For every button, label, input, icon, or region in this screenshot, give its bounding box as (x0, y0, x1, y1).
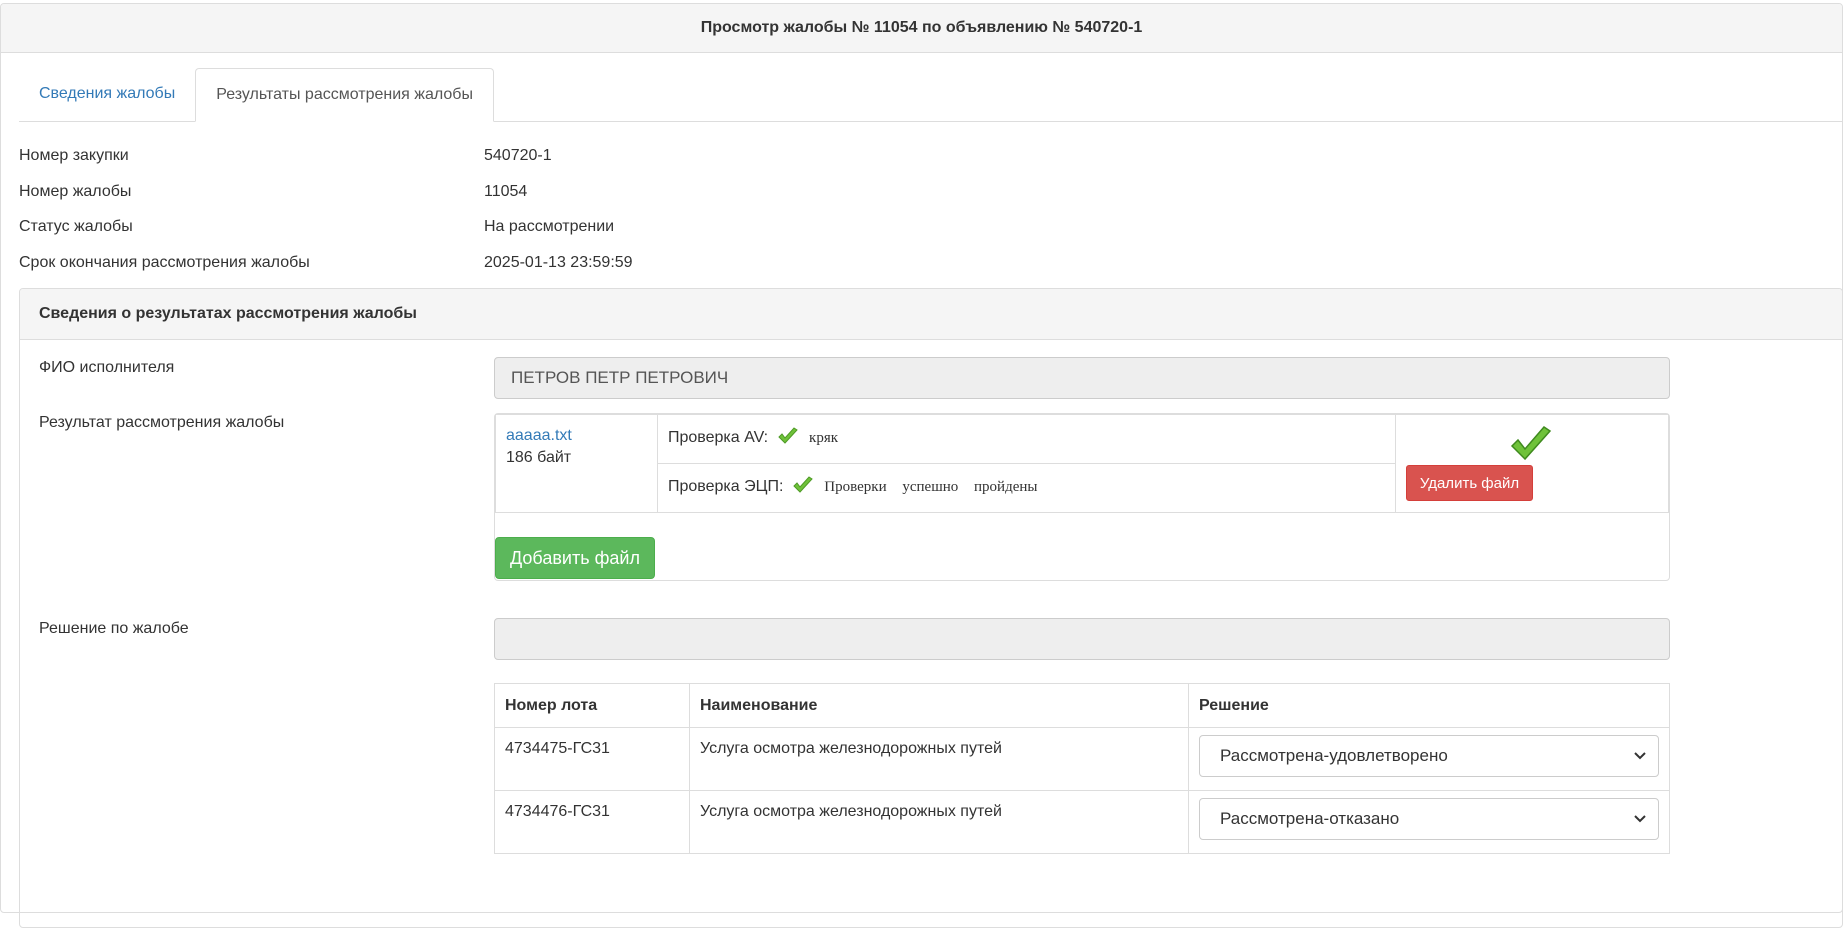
executor-value: ПЕТРОВ ПЕТР ПЕТРОВИЧ (511, 368, 729, 387)
panel-title: Сведения о результатах рассмотрения жало… (20, 289, 1842, 340)
purchase-number-value: 540720-1 (484, 147, 552, 164)
add-file-button[interactable]: Добавить файл (495, 537, 655, 579)
review-deadline-label: Срок окончания рассмотрения жалобы (19, 254, 310, 271)
table-row: 4734476-ГС31 Услуга осмотра железнодорож… (494, 790, 1670, 854)
executor-label: ФИО исполнителя (39, 359, 175, 376)
complaint-status-value: На рассмотрении (484, 218, 615, 235)
signature-check-cell: Проверка ЭЦП: Проверки успешно пройдены (657, 463, 1396, 513)
file-size: 186 байт (506, 449, 572, 466)
lot-number-header: Номер лота (494, 683, 690, 728)
lot-decision-value: Рассмотрена-отказано (1220, 809, 1400, 828)
file-upload-area: aaaaa.txt 186 байт Проверка AV: кряк Уда… (494, 413, 1670, 581)
lot-number: 4734476-ГС31 (494, 790, 690, 854)
file-link[interactable]: aaaaa.txt (506, 427, 657, 445)
lot-number: 4734475-ГС31 (494, 727, 690, 791)
tab-bar: Сведения жалобы Результаты рассмотрения … (19, 68, 1842, 122)
av-check-label: Проверка AV: (668, 429, 769, 446)
file-table: aaaaa.txt 186 байт Проверка AV: кряк Уда… (495, 414, 1669, 513)
file-cell: aaaaa.txt 186 байт (495, 414, 658, 513)
check-icon (793, 476, 813, 493)
complaint-number-label: Номер жалобы (19, 183, 132, 200)
decision-label: Решение по жалобе (39, 620, 189, 637)
complaint-number-value: 11054 (484, 183, 528, 200)
lots-header-row: Номер лота Наименование Решение (494, 683, 1670, 728)
chevron-down-icon (1634, 752, 1646, 760)
signature-check-result: Проверки успешно пройдены (824, 479, 1038, 495)
signature-check-label: Проверка ЭЦП: (668, 478, 784, 495)
lot-name-header: Наименование (689, 683, 1189, 728)
av-check-result: кряк (809, 430, 839, 446)
decision-field[interactable] (494, 618, 1670, 660)
result-label: Результат рассмотрения жалобы (39, 414, 285, 431)
lot-decision-select[interactable]: Рассмотрена-отказано (1199, 798, 1659, 840)
purchase-number-label: Номер закупки (19, 147, 129, 164)
lots-table: Номер лота Наименование Решение 4734475-… (494, 683, 1670, 854)
lot-decision-select[interactable]: Рассмотрена-удовлетворено (1199, 735, 1659, 777)
tab-complaint-details[interactable]: Сведения жалобы (19, 68, 195, 120)
lot-decision-value: Рассмотрена-удовлетворено (1220, 746, 1448, 765)
check-icon (777, 427, 798, 444)
file-actions-cell: Удалить файл (1395, 414, 1669, 513)
executor-field[interactable]: ПЕТРОВ ПЕТР ПЕТРОВИЧ (494, 357, 1670, 399)
review-results-panel: Сведения о результатах рассмотрения жало… (19, 288, 1843, 928)
delete-file-button[interactable]: Удалить файл (1406, 465, 1533, 501)
lot-name: Услуга осмотра железнодорожных путей (689, 727, 1189, 791)
review-deadline-value: 2025-01-13 23:59:59 (484, 254, 633, 271)
complaint-status-label: Статус жалобы (19, 218, 133, 235)
av-check-cell: Проверка AV: кряк (657, 414, 1396, 464)
chevron-down-icon (1634, 815, 1646, 823)
lot-decision-header: Решение (1188, 683, 1670, 728)
lot-name: Услуга осмотра железнодорожных путей (689, 790, 1189, 854)
check-large-icon (1510, 426, 1552, 461)
page-title: Просмотр жалобы № 11054 по объявлению № … (1, 4, 1842, 53)
table-row: 4734475-ГС31 Услуга осмотра железнодорож… (494, 727, 1670, 791)
tab-review-results[interactable]: Результаты рассмотрения жалобы (195, 68, 494, 122)
